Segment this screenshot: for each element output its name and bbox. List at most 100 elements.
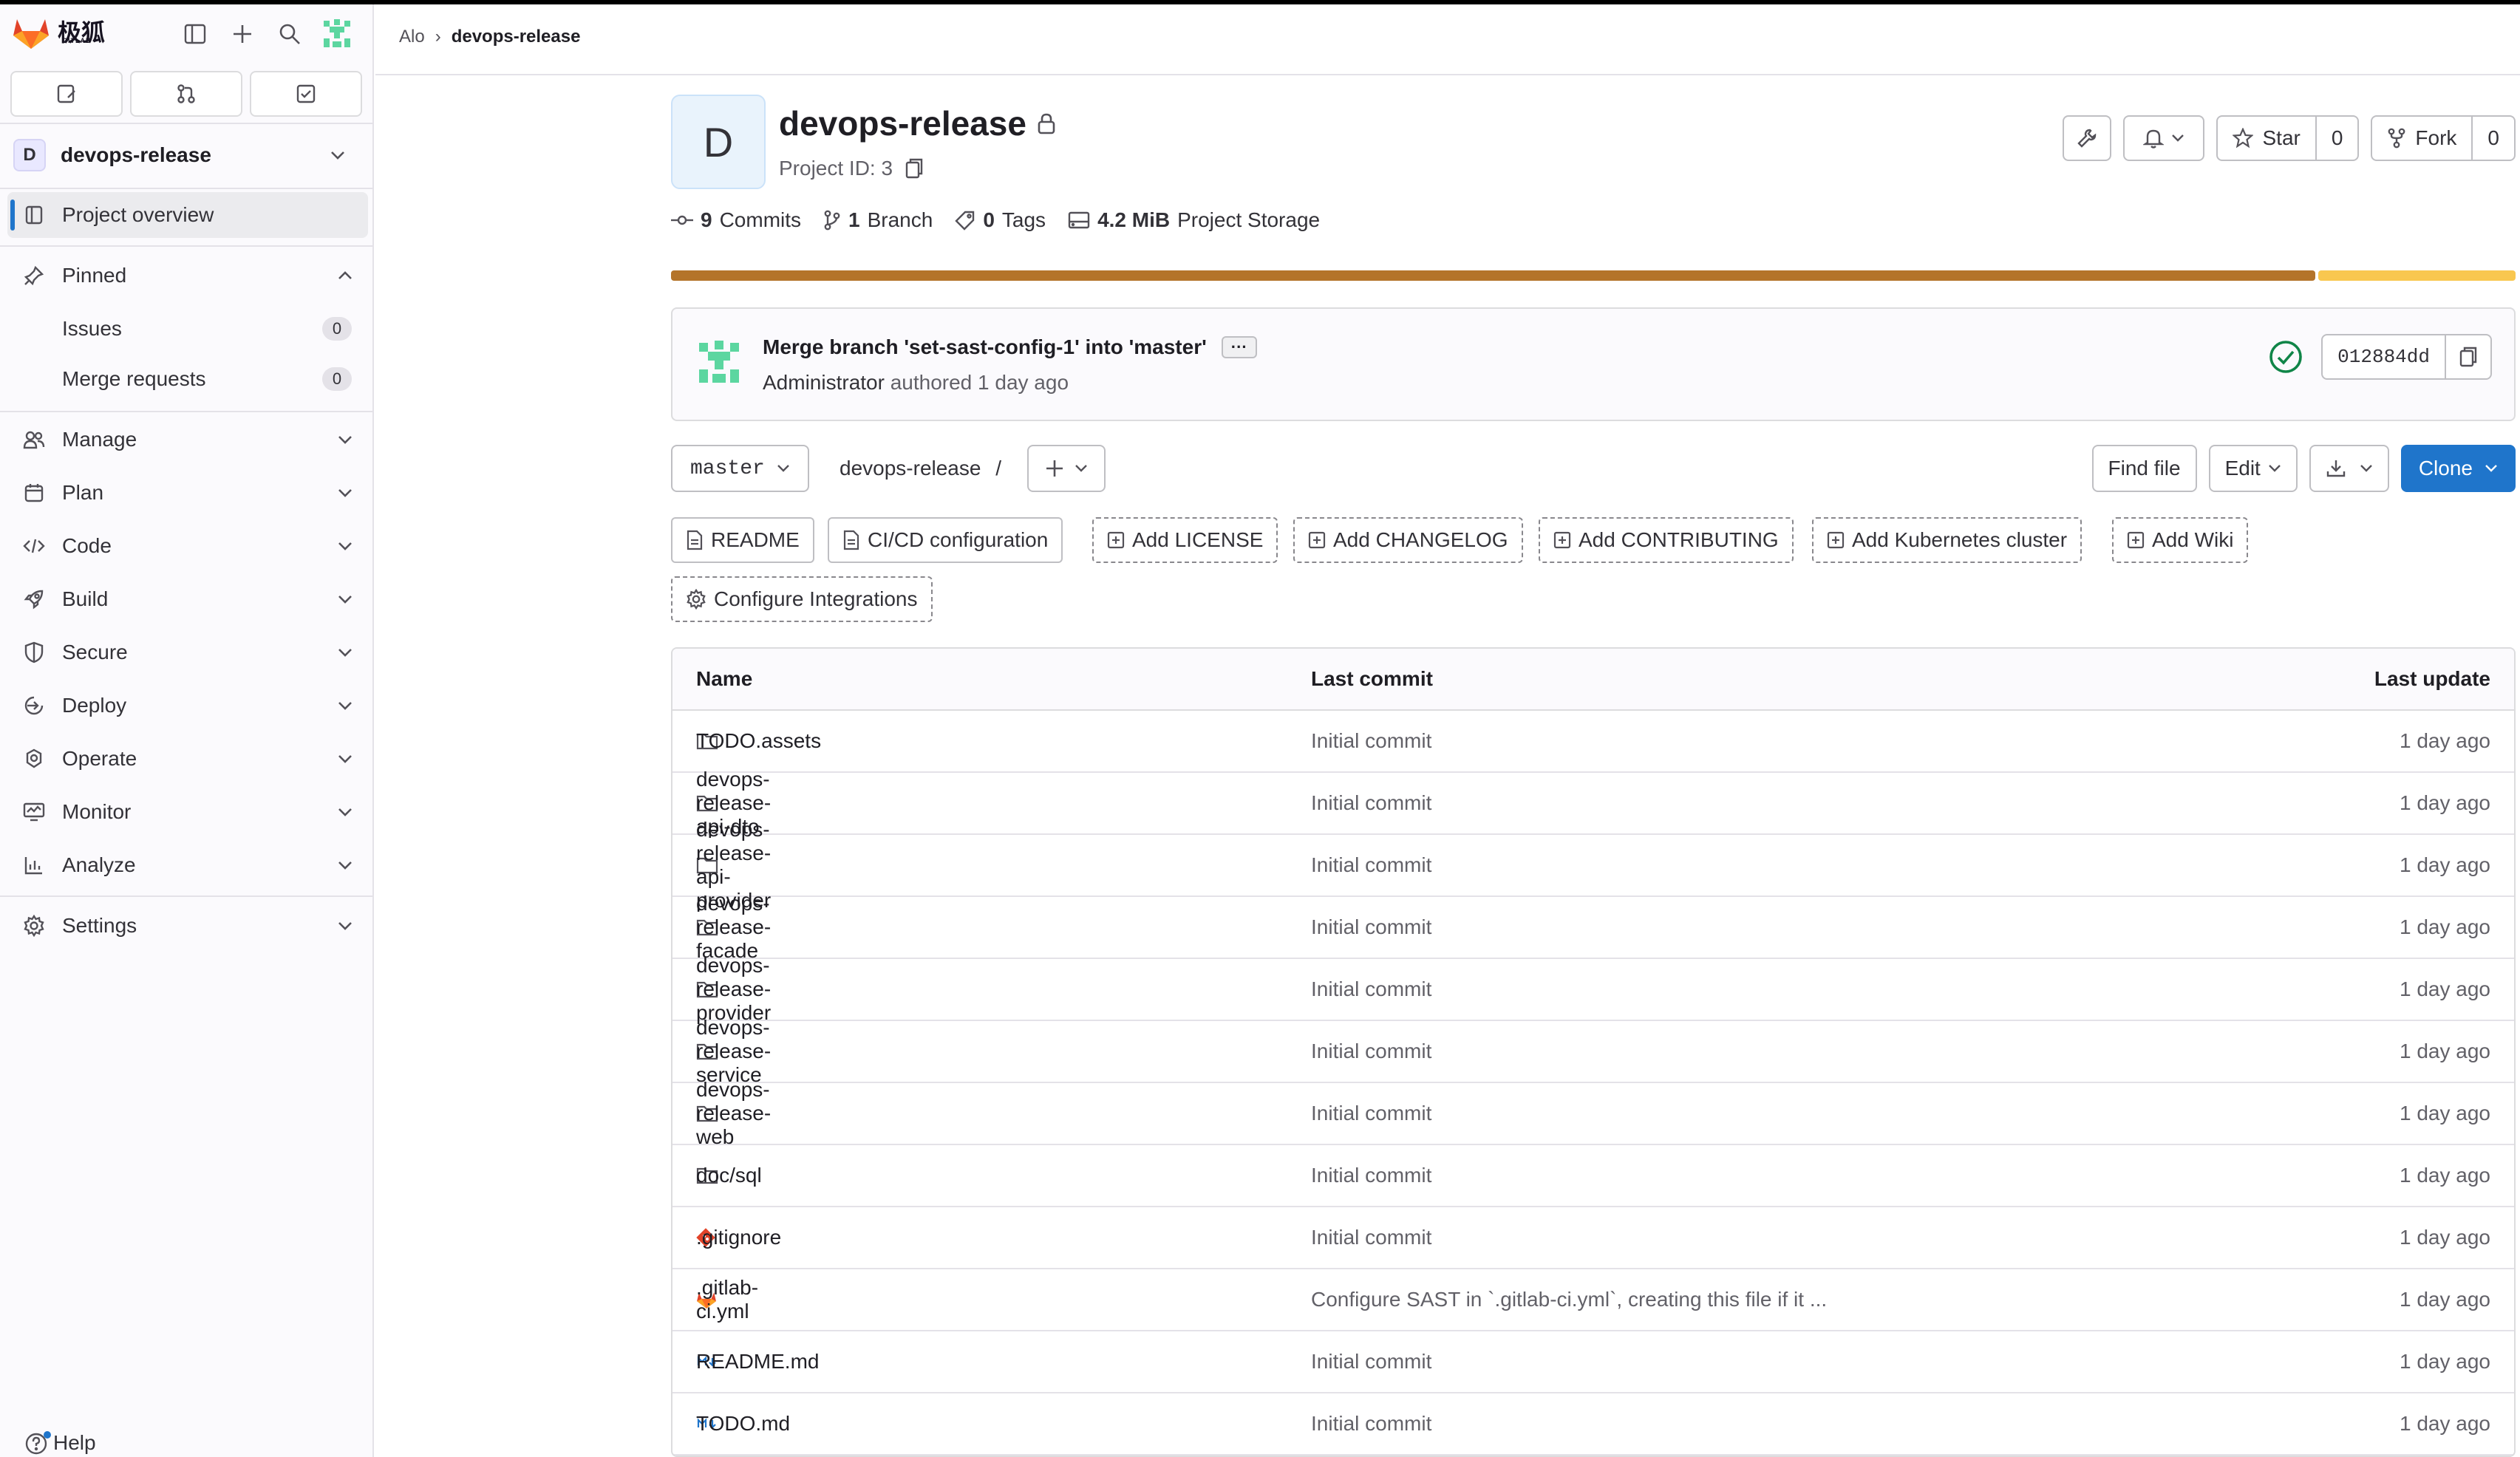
table-row[interactable]: README.md Initial commit 1 day ago xyxy=(672,1331,2514,1393)
sidebar-item-merge-requests[interactable]: Merge requests 0 xyxy=(7,356,368,402)
sidebar-toggle-icon[interactable] xyxy=(179,18,211,50)
sidebar-item-build[interactable]: Build xyxy=(7,576,368,622)
issues-tab[interactable] xyxy=(10,71,123,117)
clone-dropdown[interactable]: Clone xyxy=(2400,445,2516,492)
add-kubernetes-cluster-button[interactable]: Add Kubernetes cluster xyxy=(1812,517,2083,563)
repository-root-link[interactable]: devops-release xyxy=(840,457,981,480)
breadcrumb-current[interactable]: devops-release xyxy=(452,27,581,47)
shield-icon xyxy=(22,641,46,664)
help-button[interactable]: Help xyxy=(25,1430,96,1456)
file-last-commit[interactable]: Initial commit xyxy=(1311,977,1431,1001)
user-avatar[interactable] xyxy=(321,18,353,50)
language-bar xyxy=(671,270,2516,281)
commit-message[interactable]: Merge branch 'set-sast-config-1' into 'm… xyxy=(763,335,1207,359)
cicd-configuration-button[interactable]: CI/CD configuration xyxy=(828,517,1063,563)
file-last-commit[interactable]: Configure SAST in `.gitlab-ci.yml`, crea… xyxy=(1311,1288,1827,1311)
file-last-commit[interactable]: Initial commit xyxy=(1311,791,1431,815)
branches-link[interactable]: 1 Branch xyxy=(823,208,933,232)
copy-icon[interactable] xyxy=(905,157,924,180)
table-row[interactable]: TODO.md Initial commit 1 day ago xyxy=(672,1393,2514,1456)
add-contributing-button[interactable]: Add CONTRIBUTING xyxy=(1539,517,1794,563)
users-icon xyxy=(22,428,46,451)
commits-link[interactable]: 9 Commits xyxy=(671,208,801,232)
path-separator: / xyxy=(995,457,1002,480)
table-row[interactable]: devops-release-web Initial commit 1 day ag… xyxy=(672,1078,2514,1148)
add-to-tree-dropdown[interactable] xyxy=(1027,445,1106,492)
find-file-button[interactable]: Find file xyxy=(2091,445,2197,492)
plus-square-icon xyxy=(1827,531,1845,549)
table-row[interactable]: .gitignore Initial commit 1 day ago xyxy=(672,1207,2514,1269)
identicon-icon xyxy=(699,341,739,383)
file-last-commit[interactable]: Initial commit xyxy=(1311,1164,1431,1187)
deploy-icon xyxy=(22,694,46,717)
file-last-commit[interactable]: Initial commit xyxy=(1311,1102,1431,1125)
issues-count-badge: 0 xyxy=(322,317,352,341)
sidebar-item-manage[interactable]: Manage xyxy=(7,417,368,463)
file-last-commit[interactable]: Initial commit xyxy=(1311,729,1431,753)
search-icon[interactable] xyxy=(273,18,306,50)
todos-tab[interactable] xyxy=(250,71,362,117)
table-row[interactable]: devops-release-provider Initial commit 1 d… xyxy=(672,954,2514,1024)
commit-author[interactable]: Administrator xyxy=(763,371,885,394)
copy-sha-button[interactable] xyxy=(2446,335,2490,378)
top-bar: Alo › devops-release xyxy=(375,4,2520,75)
sidebar-item-monitor[interactable]: Monitor xyxy=(7,789,368,835)
readme-button[interactable]: README xyxy=(671,517,814,563)
sidebar-item-secure[interactable]: Secure xyxy=(7,629,368,675)
table-row[interactable]: .gitlab-ci.yml Configure SAST in `.gitlab… xyxy=(672,1269,2514,1331)
fork-button[interactable]: Fork 0 xyxy=(2371,115,2516,161)
file-last-commit[interactable]: Initial commit xyxy=(1311,915,1431,939)
branch-selector[interactable]: master xyxy=(671,445,809,492)
notifications-dropdown[interactable] xyxy=(2123,115,2205,161)
table-row[interactable]: devops-release-api-provider Initial commi… xyxy=(672,818,2514,912)
project-switcher[interactable]: D devops-release xyxy=(13,134,361,176)
add-changelog-button[interactable]: Add CHANGELOG xyxy=(1293,517,1523,563)
sidebar-item-project-overview[interactable]: Project overview xyxy=(7,192,368,238)
file-last-commit[interactable]: Initial commit xyxy=(1311,1412,1431,1436)
table-row[interactable]: devops-release-api-dto Initial commit 1 da… xyxy=(672,768,2514,838)
merge-requests-tab[interactable] xyxy=(130,71,242,117)
table-row[interactable]: devops-release-service Initial commit 1 da… xyxy=(672,1016,2514,1086)
table-row[interactable]: doc/sql Initial commit 1 day ago xyxy=(672,1145,2514,1207)
sidebar-item-issues[interactable]: Issues 0 xyxy=(7,306,368,352)
pipeline-passed-icon[interactable] xyxy=(2268,339,2303,375)
file-last-update: 1 day ago xyxy=(2400,977,2490,1000)
file-last-commit[interactable]: Initial commit xyxy=(1311,853,1431,877)
edit-dropdown[interactable]: Edit xyxy=(2208,445,2298,492)
sidebar-item-settings[interactable]: Settings xyxy=(7,903,368,949)
chevron-up-icon xyxy=(338,271,352,279)
star-button[interactable]: Star 0 xyxy=(2216,115,2360,161)
sidebar-item-deploy[interactable]: Deploy xyxy=(7,683,368,728)
table-row[interactable]: devops-release-facade Initial commit 1 day… xyxy=(672,892,2514,962)
gitlab-logo[interactable]: 极狐 xyxy=(12,15,105,50)
download-dropdown[interactable] xyxy=(2309,445,2389,492)
storage-link[interactable]: 4.2 MiB Project Storage xyxy=(1068,208,1320,232)
breadcrumb-parent[interactable]: Alo xyxy=(399,27,425,47)
admin-settings-button[interactable] xyxy=(2063,115,2112,161)
file-name: devops-release-service xyxy=(696,1016,772,1086)
sidebar-item-plan[interactable]: Plan xyxy=(7,470,368,516)
commit-author-avatar[interactable] xyxy=(695,338,743,391)
table-row[interactable]: TODO.assets Initial commit 1 day ago xyxy=(672,711,2514,773)
file-name: .gitignore xyxy=(696,1226,782,1249)
copy-icon xyxy=(2459,347,2477,367)
tags-link[interactable]: 0 Tags xyxy=(955,208,1046,232)
project-avatar-large: D xyxy=(671,95,766,189)
file-last-commit[interactable]: Initial commit xyxy=(1311,1350,1431,1374)
file-last-commit[interactable]: Initial commit xyxy=(1311,1226,1431,1249)
expand-commit-button[interactable]: ··· xyxy=(1221,336,1257,358)
fork-label: Fork xyxy=(2415,126,2457,149)
sidebar-divider xyxy=(0,411,372,412)
sidebar-section-pinned[interactable]: Pinned xyxy=(7,253,368,298)
sidebar-item-analyze[interactable]: Analyze xyxy=(7,842,368,888)
file-last-commit[interactable]: Initial commit xyxy=(1311,1040,1431,1063)
add-wiki-button[interactable]: Add Wiki xyxy=(2112,517,2249,563)
plus-icon[interactable] xyxy=(226,18,259,50)
commit-sha[interactable]: 012884dd xyxy=(2323,335,2446,378)
sidebar-item-code[interactable]: Code xyxy=(7,523,368,569)
language-bar-segment[interactable] xyxy=(671,270,2316,281)
add-license-button[interactable]: Add LICENSE xyxy=(1092,517,1278,563)
configure-integrations-button[interactable]: Configure Integrations xyxy=(671,576,933,622)
language-bar-segment[interactable] xyxy=(2318,270,2516,281)
sidebar-item-operate[interactable]: Operate xyxy=(7,736,368,782)
